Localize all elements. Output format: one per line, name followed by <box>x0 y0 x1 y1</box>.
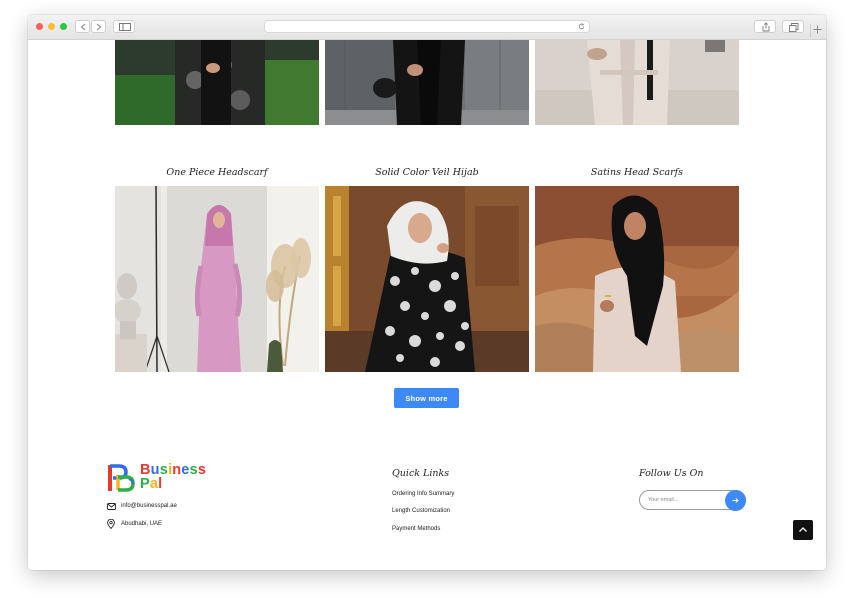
arrow-right-icon <box>732 497 739 504</box>
location-pin-icon <box>107 519 115 529</box>
contact-email-text: info@businesspal.ae <box>121 503 177 509</box>
pink-hijab-dress-photo <box>115 186 319 372</box>
product-image[interactable] <box>535 186 739 372</box>
follow-us-heading: Follow Us On <box>639 468 704 479</box>
chevron-up-icon <box>799 527 807 532</box>
back-button[interactable] <box>75 20 90 33</box>
product-image-top-2[interactable] <box>325 40 529 125</box>
product-image-top-3[interactable] <box>535 40 739 125</box>
brand-logo[interactable]: Business Pal <box>107 461 217 493</box>
white-hijab-patterned-dress-photo <box>325 186 529 372</box>
new-tab-button[interactable] <box>810 24 824 38</box>
reload-icon[interactable] <box>578 23 585 30</box>
sidebar-toggle-button[interactable] <box>113 20 135 33</box>
contact-email[interactable]: info@businesspal.ae <box>107 501 177 511</box>
newsletter-submit-button[interactable] <box>725 490 746 511</box>
contact-location-text: Abudhabi, UAE <box>121 521 163 527</box>
quick-link-ordering-info[interactable]: Ordering Info Summary <box>392 491 454 497</box>
product-title[interactable]: Satins Head Scarfs <box>535 167 739 178</box>
share-button[interactable] <box>754 20 776 33</box>
product-image[interactable] <box>115 186 319 372</box>
contact-location: Abudhabi, UAE <box>107 519 162 529</box>
chevron-left-icon <box>80 23 86 31</box>
black-satin-scarf-desert-photo <box>535 186 739 372</box>
browser-window: One Piece Headscarf Solid Color Veil Hij… <box>28 15 826 570</box>
beige-trench-abaya-photo <box>535 40 739 125</box>
black-leather-jacket-photo <box>325 40 529 125</box>
mail-icon <box>107 502 116 510</box>
product-title[interactable]: Solid Color Veil Hijab <box>325 167 529 178</box>
plus-icon <box>813 25 822 34</box>
tabs-icon <box>789 22 799 32</box>
product-image-top-1[interactable] <box>115 40 319 125</box>
quick-link-payment-methods[interactable]: Payment Methods <box>392 526 440 532</box>
address-bar[interactable] <box>264 20 590 33</box>
brand-name-line1: Business <box>140 462 207 478</box>
close-window-button[interactable] <box>36 23 43 30</box>
product-title[interactable]: One Piece Headscarf <box>115 167 319 178</box>
quick-links-heading: Quick Links <box>392 468 450 479</box>
page-content: One Piece Headscarf Solid Color Veil Hij… <box>28 40 826 570</box>
forward-button[interactable] <box>91 20 106 33</box>
brand-name-line2: Pal <box>140 476 163 492</box>
newsletter-email-input[interactable] <box>648 495 718 505</box>
maximize-window-button[interactable] <box>60 23 67 30</box>
sidebar-icon <box>119 23 131 31</box>
browser-toolbar <box>28 15 826 40</box>
share-icon <box>762 22 770 32</box>
show-more-button[interactable]: Show more <box>394 388 459 408</box>
quick-link-length-customization[interactable]: Length Customization <box>392 508 450 514</box>
chevron-right-icon <box>96 23 102 31</box>
product-image[interactable] <box>325 186 529 372</box>
back-to-top-button[interactable] <box>793 520 813 540</box>
minimize-window-button[interactable] <box>48 23 55 30</box>
brand-mark-icon <box>108 464 135 492</box>
abaya-floral-print-photo <box>115 40 319 125</box>
tabs-overview-button[interactable] <box>782 20 804 33</box>
